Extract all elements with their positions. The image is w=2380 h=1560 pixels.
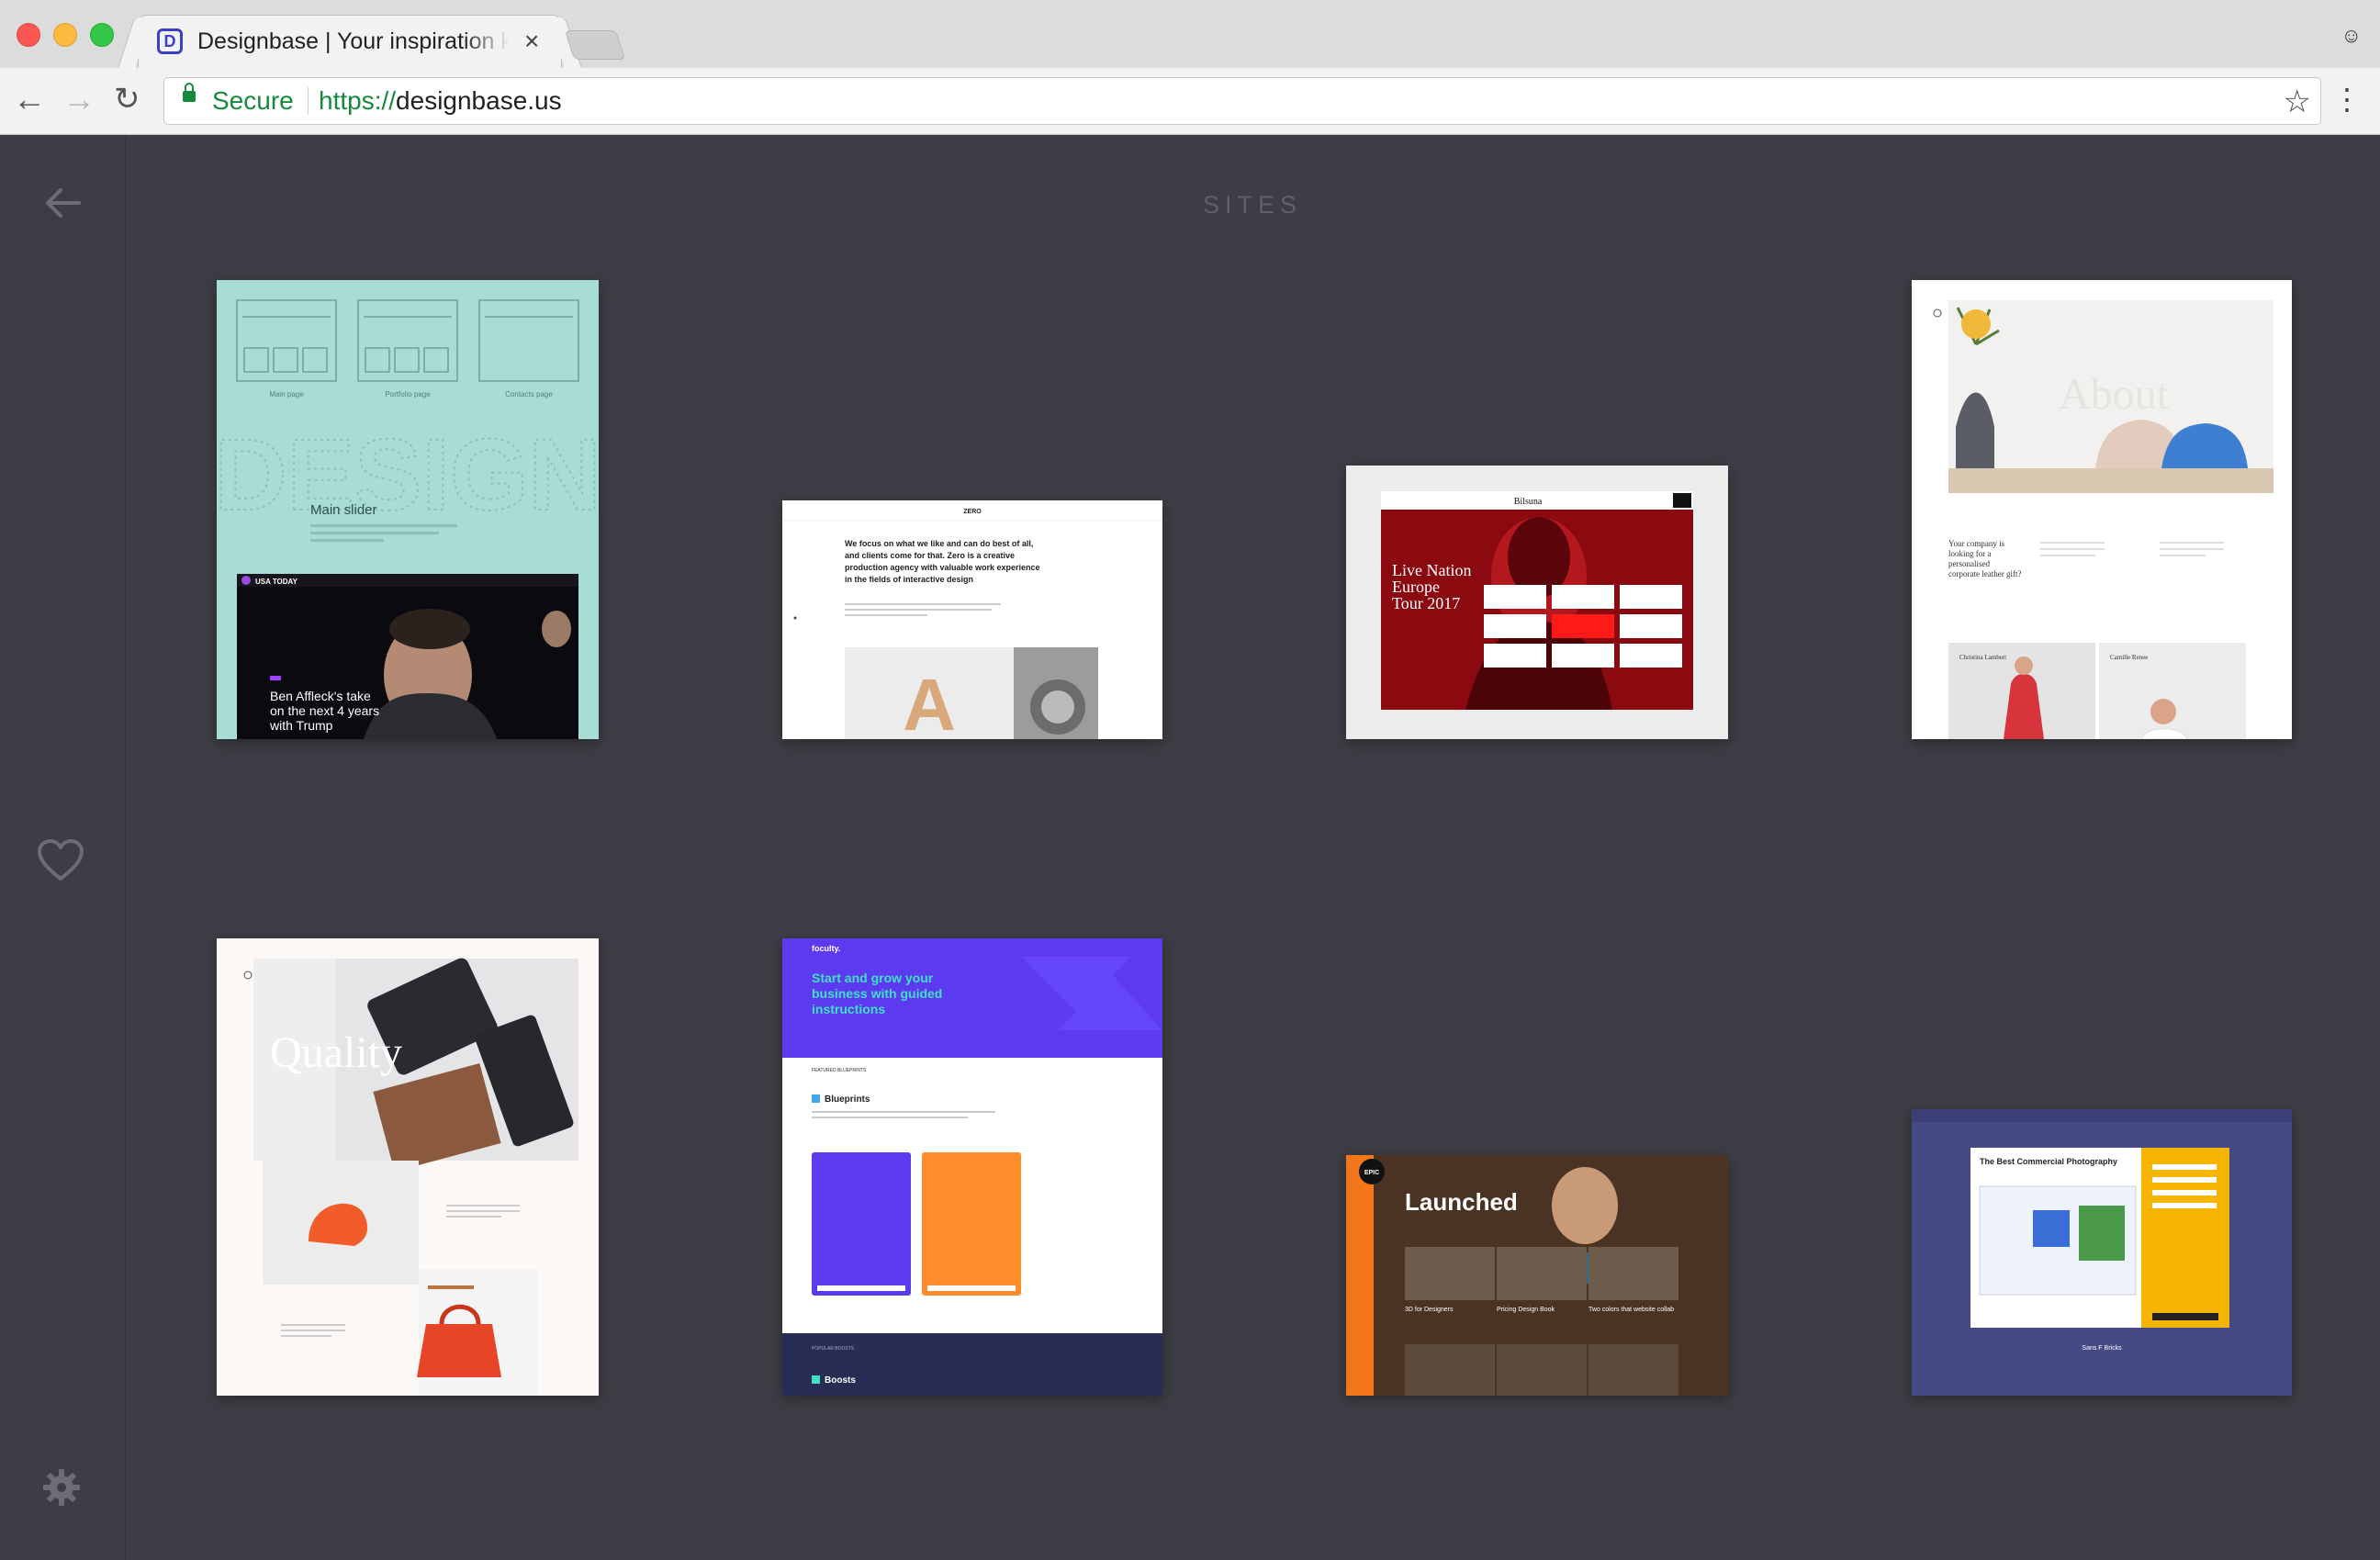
intro-line: We focus on what we like and can do best… — [845, 539, 1033, 548]
back-arrow-icon[interactable] — [42, 183, 83, 223]
item-title: 3D for Designers — [1405, 1307, 1454, 1313]
site-card-launched[interactable]: EPIC Launched 3D for Designers Pricing D… — [1346, 1155, 1728, 1396]
site-thumbnail: EPIC Launched 3D for Designers Pricing D… — [1346, 1155, 1728, 1396]
forward-arrow-icon[interactable]: → — [62, 81, 95, 118]
hero-line: business with guided — [812, 986, 942, 1001]
headline: Ben Affleck's take — [270, 689, 371, 703]
quality-word: Quality — [270, 1028, 402, 1077]
site-card-about-leather[interactable]: About Your company is looking for a pers… — [1912, 280, 2292, 739]
site-thumbnail: ZERO We focus on what we like and can do… — [782, 500, 1162, 739]
headline: on the next 4 years — [270, 703, 379, 718]
close-window-button[interactable] — [17, 23, 40, 47]
wireframe-label: Contacts page — [505, 390, 553, 398]
zoom-window-button[interactable] — [90, 23, 114, 47]
page-title: SITES — [1202, 191, 1303, 219]
reload-icon[interactable]: ↻ — [114, 81, 140, 118]
section-title: Blueprints — [825, 1094, 870, 1105]
event-title: Live Nation — [1392, 561, 1471, 579]
site-thumbnail: About Your company is looking for a pers… — [1912, 280, 2292, 739]
intro-line: in the fields of interactive design — [845, 575, 973, 584]
site-thumbnail: foculty. Start and grow your business wi… — [782, 938, 1162, 1396]
secure-label: Secure — [212, 86, 294, 115]
lock-icon — [183, 83, 196, 102]
footer-text: Sans F Bricks — [2082, 1345, 2122, 1352]
feature-letter: A — [903, 664, 956, 739]
intro-line: corporate leather gift? — [1948, 569, 2021, 578]
browser-toolbar: ← → ↻ Secure https://designbase.us ☆ ⋮ — [0, 68, 2380, 135]
new-tab-button[interactable] — [564, 30, 626, 60]
address-bar[interactable]: Secure https://designbase.us ☆ — [163, 77, 2321, 125]
live-nation-logo: Bilsuna — [1514, 497, 1543, 507]
browser-menu-icon[interactable]: ⋮ — [2332, 79, 2362, 119]
minimize-window-button[interactable] — [53, 23, 77, 47]
favorites-heart-icon[interactable] — [37, 838, 84, 882]
site-card-foculty[interactable]: foculty. Start and grow your business wi… — [782, 938, 1162, 1396]
card-title: The Best Commercial Photography — [1980, 1157, 2117, 1166]
usa-today-brand: USA TODAY — [255, 578, 298, 586]
featured-label: FEATURED BLUEPRINTS — [812, 1068, 867, 1073]
hero-line: instructions — [812, 1002, 885, 1016]
big-design-word: DESIGN — [217, 419, 599, 532]
url-text[interactable]: https://designbase.us — [319, 86, 562, 116]
hero-line: Start and grow your — [812, 971, 934, 985]
profile-icon[interactable]: ☺ — [2341, 24, 2362, 48]
person-name: Camille Renee — [2110, 654, 2148, 661]
app-sidebar — [0, 135, 126, 1560]
event-title: Tour 2017 — [1392, 594, 1460, 612]
url-scheme: https:// — [319, 86, 397, 115]
site-card-zero-agency[interactable]: ZERO We focus on what we like and can do… — [782, 500, 1162, 739]
event-title: Europe — [1392, 578, 1440, 596]
site-thumbnail: Quality — [217, 938, 599, 1396]
back-arrow-icon[interactable]: ← — [13, 81, 46, 118]
site-card-design-wireframes[interactable]: Main page Portfolio page Contacts page D… — [217, 280, 599, 739]
tab-title: Designbase | Your inspiration k — [197, 28, 510, 54]
launched-title: Launched — [1405, 1188, 1518, 1216]
browser-titlebar: D Designbase | Your inspiration k × ☺ — [0, 0, 2380, 69]
intro-line: Your company is — [1948, 539, 2005, 548]
foculty-logo: foculty. — [812, 944, 840, 953]
wireframe-label: Main page — [269, 390, 304, 398]
headline: with Trump — [269, 718, 333, 733]
site-card-commercial-photography[interactable]: The Best Commercial Photography Sans F B… — [1912, 1109, 2292, 1396]
person-name: Christina Lambert — [1959, 654, 2006, 661]
intro-line: personalised — [1948, 559, 1990, 568]
browser-tab-designbase[interactable]: D Designbase | Your inspiration k × — [138, 15, 562, 69]
url-host: designbase.us — [396, 86, 562, 115]
designbase-favicon-icon: D — [157, 28, 183, 54]
wireframe-label: Portfolio page — [385, 390, 431, 398]
address-separator — [308, 87, 309, 115]
intro-line: production agency with valuable work exp… — [845, 563, 1040, 572]
item-title: Pricing Design Book — [1497, 1307, 1555, 1313]
zero-logo: ZERO — [963, 509, 982, 515]
site-thumbnail: Main page Portfolio page Contacts page D… — [217, 280, 599, 739]
site-card-live-nation[interactable]: Bilsuna Live Nation Europe Tour 2017 — [1346, 466, 1728, 739]
site-thumbnail: The Best Commercial Photography Sans F B… — [1912, 1109, 2292, 1396]
item-title: Two colors that website collab — [1589, 1307, 1674, 1313]
intro-line: and clients come for that. Zero is a cre… — [845, 551, 1015, 560]
site-thumbnail: Bilsuna Live Nation Europe Tour 2017 — [1346, 466, 1728, 739]
tab-close-icon[interactable]: × — [524, 27, 539, 56]
bookmark-star-icon[interactable]: ☆ — [2284, 84, 2311, 120]
epic-badge: EPIC — [1364, 1170, 1379, 1176]
footer-label: POPULAR BOOSTS — [812, 1346, 855, 1352]
footer-title: Boosts — [825, 1375, 856, 1386]
settings-gear-icon[interactable] — [42, 1468, 81, 1507]
about-word: About — [2059, 370, 2170, 419]
slider-title: Main slider — [310, 502, 377, 518]
intro-line: looking for a — [1948, 549, 1992, 558]
site-card-quality-leather[interactable]: Quality — [217, 938, 599, 1396]
